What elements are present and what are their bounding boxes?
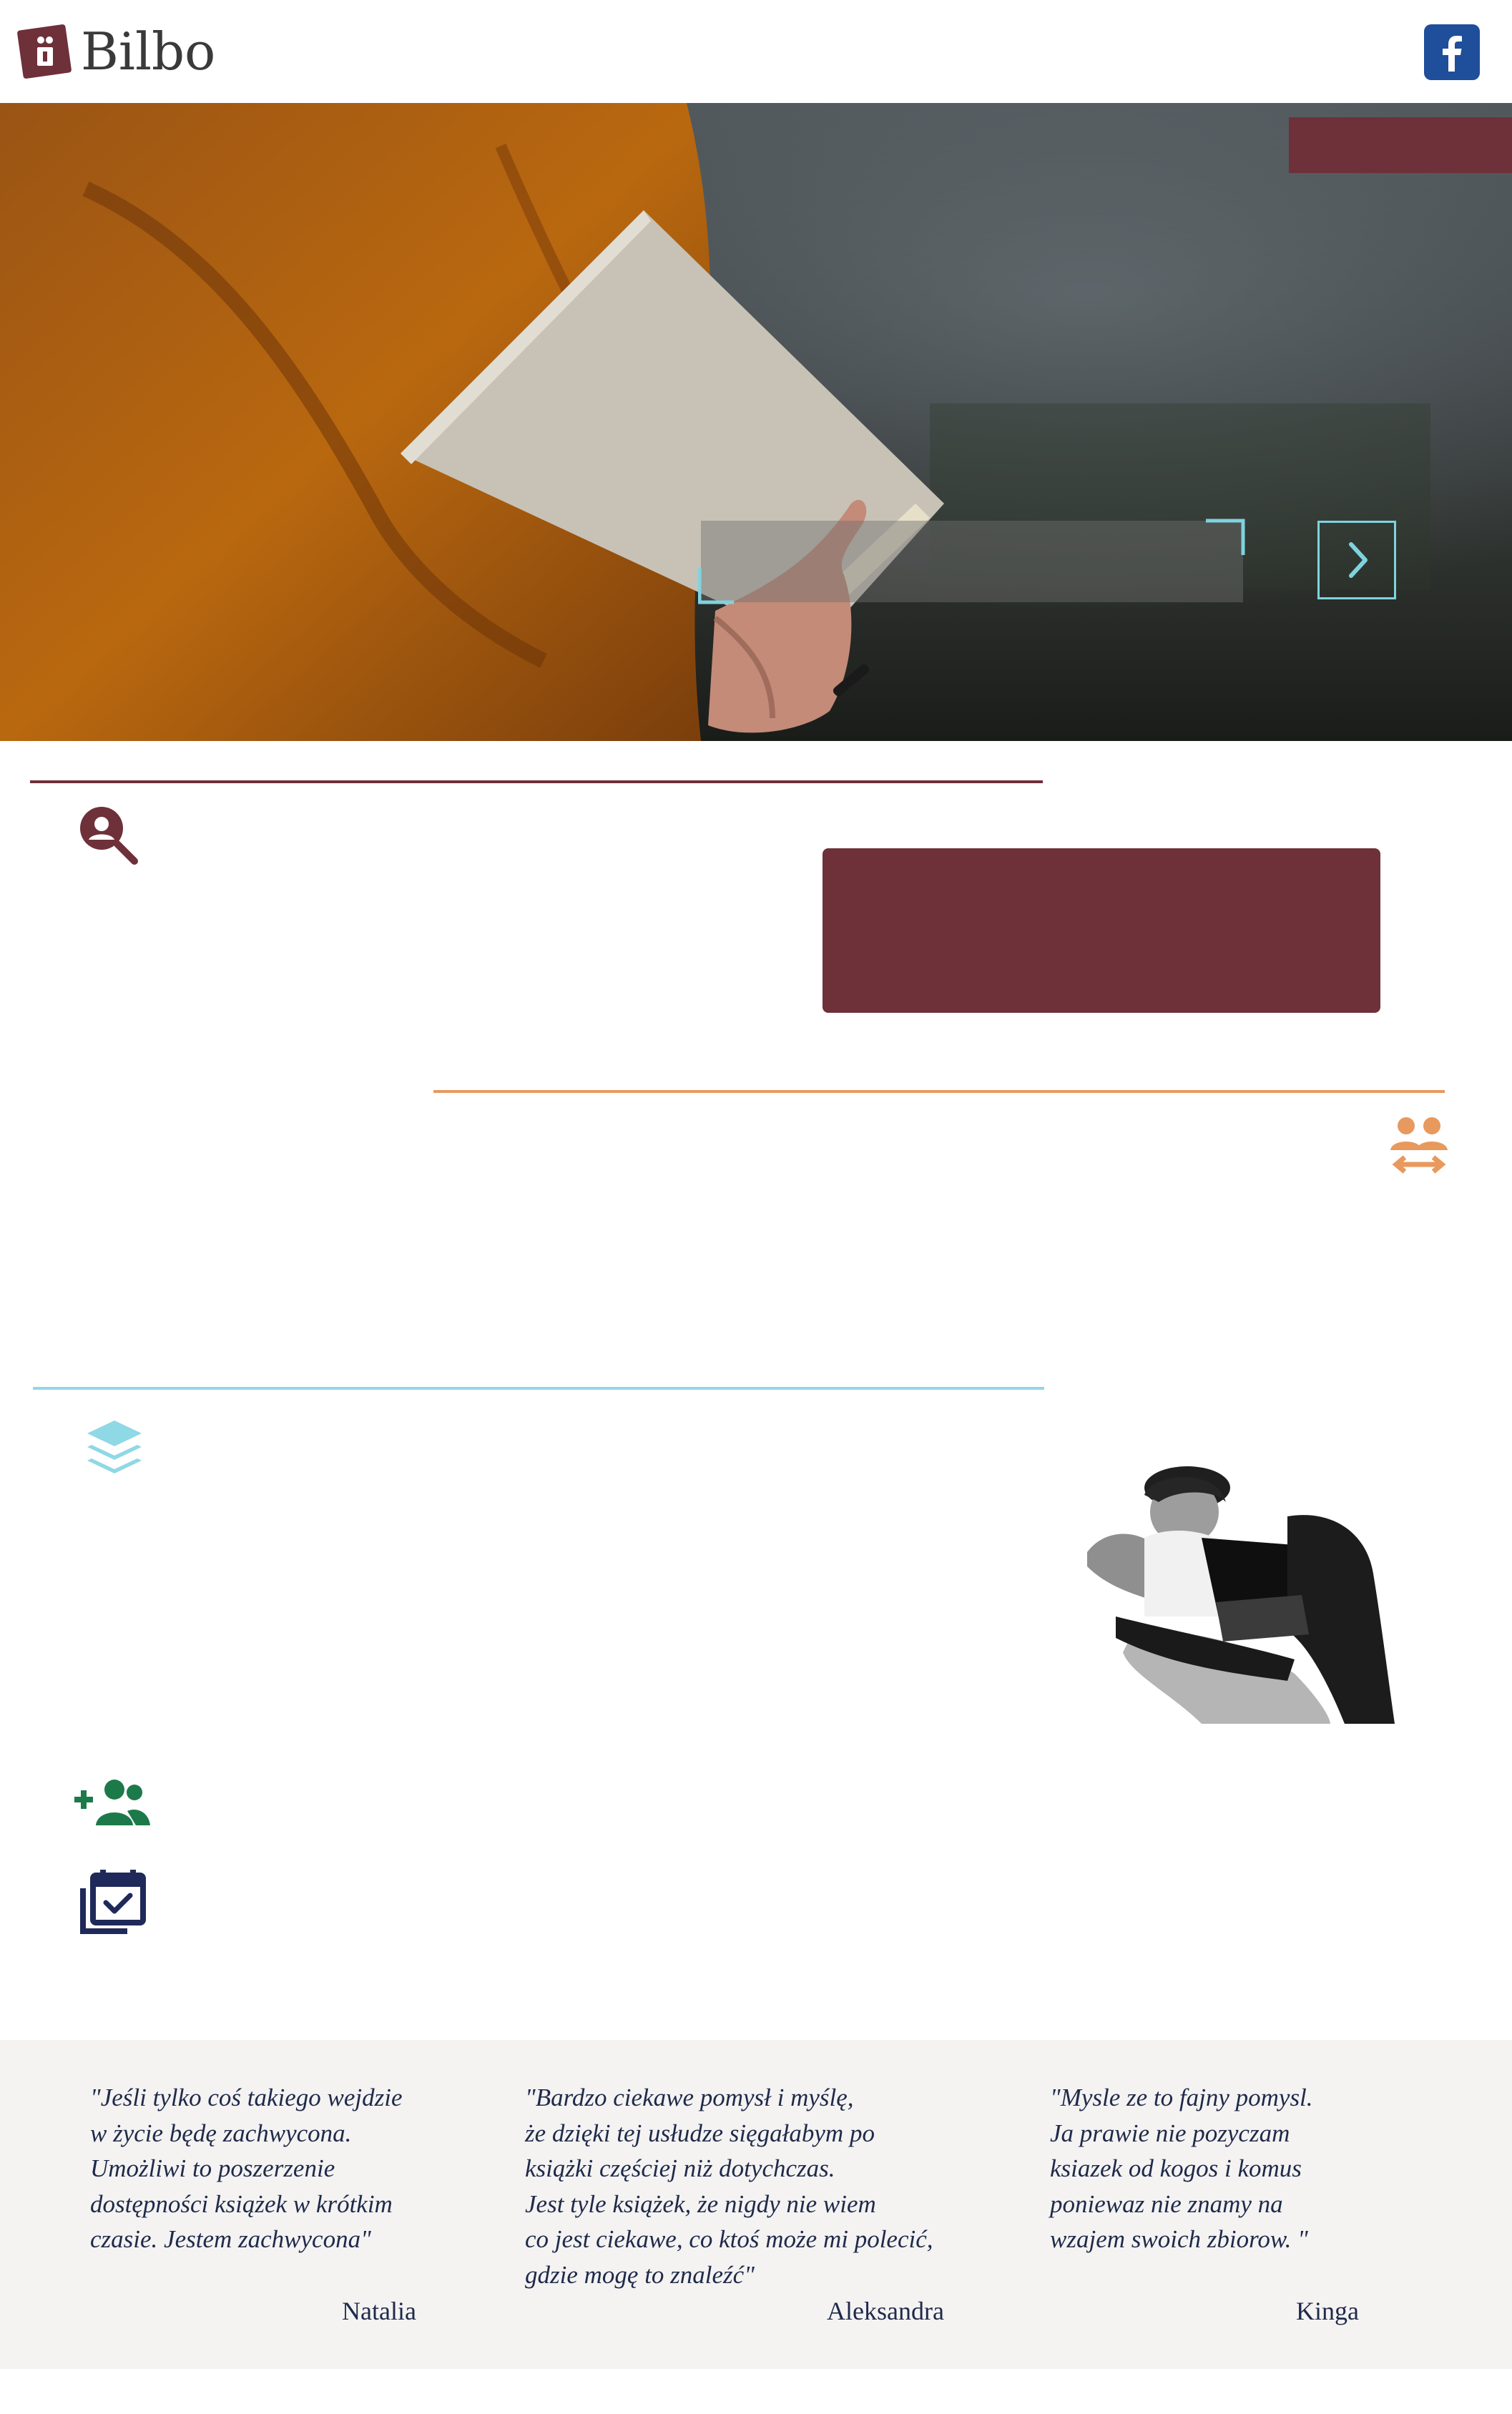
users-exchange-icon bbox=[1388, 1113, 1450, 1181]
hero-tag bbox=[1289, 117, 1512, 173]
testimonial-author: Natalia bbox=[342, 2297, 416, 2325]
chevron-right-icon bbox=[1349, 542, 1368, 578]
testimonial-author: Kinga bbox=[1296, 2297, 1359, 2325]
section-divider-orange bbox=[433, 1090, 1445, 1093]
section-divider-brand bbox=[30, 780, 1043, 783]
site-header: Bilbo bbox=[0, 0, 1512, 103]
testimonial-quote: "Bardzo ciekawe pomysł i myślę, że dzięk… bbox=[525, 2084, 933, 2289]
bilbo-logo-icon[interactable] bbox=[16, 23, 73, 80]
search-user-icon bbox=[77, 804, 139, 869]
user-plus-group-icon bbox=[72, 1778, 152, 1832]
caption-frame-corners bbox=[698, 519, 1245, 604]
testimonial-author: Aleksandra bbox=[827, 2297, 944, 2325]
calendar-check-icon bbox=[77, 1868, 147, 1940]
hero-banner bbox=[0, 103, 1512, 741]
layers-icon bbox=[84, 1418, 144, 1481]
testimonials-section: "Jeśli tylko coś takiego wejdzie w życie… bbox=[0, 2040, 1512, 2369]
logo-text[interactable]: Bilbo bbox=[81, 17, 215, 86]
testimonial-quote: "Mysle ze to fajny pomysl. Ja prawie nie… bbox=[1050, 2084, 1313, 2253]
section-divider-cyan bbox=[33, 1387, 1044, 1390]
boy-reading-photo bbox=[1059, 1459, 1412, 1729]
facebook-icon[interactable] bbox=[1424, 24, 1480, 80]
call-to-action-button[interactable] bbox=[823, 848, 1380, 1013]
hero-image bbox=[0, 103, 1512, 741]
next-slide-button[interactable] bbox=[1317, 521, 1396, 599]
testimonial-quote: "Jeśli tylko coś takiego wejdzie w życie… bbox=[90, 2084, 403, 2253]
